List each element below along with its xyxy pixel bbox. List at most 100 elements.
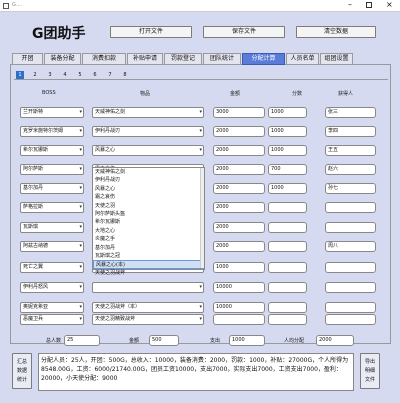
dropdown-option[interactable]: 伊利丹战刃	[93, 176, 204, 184]
player-input[interactable]: 孙七	[325, 183, 376, 194]
clear-data-button[interactable]: 清空数据	[296, 26, 376, 38]
amount-input[interactable]	[213, 314, 265, 325]
player-input[interactable]	[325, 262, 376, 273]
tab-team-stats[interactable]: 团队统计	[203, 53, 241, 65]
chevron-down-icon[interactable]: ▾	[79, 184, 82, 193]
amount-field[interactable]: 500	[149, 335, 179, 346]
player-input[interactable]	[325, 314, 376, 325]
item-select[interactable]: 天威神佑之剑 ▾	[92, 107, 204, 118]
boss-select[interactable]: 瓦斯琪 ▾	[20, 222, 84, 233]
boss-select[interactable]: 萨格拉斯 ▾	[20, 202, 84, 213]
dropdown-scrollbar[interactable]	[200, 168, 204, 268]
dropdown-option[interactable]: 希尔瓦娜斯	[93, 218, 204, 226]
score-input[interactable]	[268, 282, 307, 293]
score-input[interactable]	[268, 222, 307, 233]
per-person-field[interactable]: 2000	[316, 335, 354, 346]
export-details-button[interactable]: 导出 明细 文件	[360, 353, 380, 389]
chevron-down-icon[interactable]: ▾	[79, 303, 82, 312]
tab-distribution-calc[interactable]: 分配计算	[242, 53, 285, 65]
player-input[interactable]	[325, 222, 376, 233]
player-input[interactable]	[325, 302, 376, 313]
page-7-tab[interactable]: 7	[106, 71, 114, 79]
tab-gear-distribution[interactable]: 装备分配	[44, 53, 81, 65]
dropdown-option[interactable]: 天威神佑之剑	[93, 168, 204, 176]
player-input[interactable]: 赵六	[325, 164, 376, 175]
amount-input[interactable]: 2000	[213, 241, 265, 252]
dropdown-option[interactable]: 炎魔之手	[93, 235, 204, 243]
chevron-down-icon[interactable]: ▾	[199, 146, 202, 155]
boss-select[interactable]: 阿尔萨斯 ▾	[20, 164, 84, 175]
amount-input[interactable]: 10000	[213, 282, 265, 293]
chevron-down-icon[interactable]: ▾	[199, 127, 202, 136]
score-input[interactable]: 1000	[268, 126, 307, 137]
boss-select[interactable]: 恶魔卫兵 ▾	[20, 314, 84, 325]
amount-input[interactable]: 2000	[213, 183, 265, 194]
amount-input[interactable]: 3000	[213, 107, 265, 118]
dropdown-option[interactable]: 瓦斯琪之冠	[93, 252, 204, 260]
maximize-icon[interactable]	[366, 2, 372, 8]
boss-select[interactable]: 基尔加丹 ▾	[20, 183, 84, 194]
tab-roster[interactable]: 人员名单	[286, 53, 319, 65]
dropdown-option[interactable]: 风暴之心	[93, 185, 204, 193]
player-input[interactable]: 周八	[325, 241, 376, 252]
item-select[interactable]: ▾	[92, 282, 204, 293]
score-input[interactable]: 1000	[268, 145, 307, 156]
amount-input[interactable]: 2000	[213, 145, 265, 156]
score-input[interactable]	[268, 262, 307, 273]
chevron-down-icon[interactable]: ▾	[199, 303, 202, 312]
boss-select[interactable]: 阿兹古纳德 ▾	[20, 241, 84, 252]
tab-fine-register[interactable]: 罚款登记	[164, 53, 202, 65]
amount-input[interactable]: 2000	[213, 164, 265, 175]
dropdown-option[interactable]: 阿尔萨斯头盔	[93, 210, 204, 218]
dropdown-option[interactable]: 霜之哀伤	[93, 193, 204, 201]
tab-team-settings[interactable]: 组团设置	[320, 53, 353, 65]
item-select[interactable]: 伊利丹战刃 ▾	[92, 126, 204, 137]
score-input[interactable]: 700	[268, 164, 307, 175]
page-4-tab[interactable]: 4	[61, 71, 69, 79]
tab-subsidy-apply[interactable]: 补贴申请	[127, 53, 163, 65]
chevron-down-icon[interactable]: ▾	[79, 108, 82, 117]
player-input[interactable]: 张三	[325, 107, 376, 118]
player-input[interactable]	[325, 202, 376, 213]
dropdown-option[interactable]: 基尔加丹	[93, 244, 204, 252]
amount-input[interactable]: 2000	[213, 222, 265, 233]
dropdown-option[interactable]: 天使之羽	[93, 202, 204, 210]
chevron-down-icon[interactable]: ▾	[79, 242, 82, 251]
chevron-down-icon[interactable]: ▾	[199, 108, 202, 117]
page-2-tab[interactable]: 2	[31, 71, 39, 79]
chevron-down-icon[interactable]: ▾	[79, 127, 82, 136]
player-input[interactable]: 王五	[325, 145, 376, 156]
page-1-tab[interactable]: 1	[16, 71, 24, 79]
item-select[interactable]: 天使之羽战斧（本） ▾	[92, 302, 204, 313]
chevron-down-icon[interactable]: ▾	[79, 223, 82, 232]
boss-select[interactable]: 伊利丹怒风 ▾	[20, 282, 84, 293]
people-count-field[interactable]: 25	[64, 335, 100, 346]
dropdown-option[interactable]: 风暴之心(本)	[93, 260, 204, 269]
boss-select[interactable]: 奥妮克希亚 ▾	[20, 302, 84, 313]
item-dropdown-list[interactable]: 天威神佑之剑 伊利丹战刃 风暴之心 霜之哀伤 天使之羽 阿尔萨斯头盔 希尔瓦娜斯 大地之心 炎魔…	[92, 167, 205, 276]
score-input[interactable]	[268, 302, 307, 313]
page-8-tab[interactable]: 8	[121, 71, 129, 79]
boss-select[interactable]: 死亡之翼 ▾	[20, 262, 84, 273]
chevron-down-icon[interactable]: ▾	[199, 315, 202, 324]
score-input[interactable]	[268, 202, 307, 213]
chevron-down-icon[interactable]: ▾	[79, 283, 82, 292]
score-input[interactable]: 1000	[268, 183, 307, 194]
amount-input[interactable]: 1000	[213, 262, 265, 273]
boss-select[interactable]: 兰开斯特 ▾	[20, 107, 84, 118]
amount-input[interactable]: 2000	[213, 126, 265, 137]
chevron-down-icon[interactable]: ▾	[79, 315, 82, 324]
score-input[interactable]: 1000	[268, 107, 307, 118]
chevron-down-icon[interactable]: ▾	[79, 146, 82, 155]
score-input[interactable]	[268, 314, 307, 325]
chevron-down-icon[interactable]: ▾	[79, 165, 82, 174]
page-3-tab[interactable]: 3	[46, 71, 54, 79]
chevron-down-icon[interactable]: ▾	[79, 203, 82, 212]
dropdown-option[interactable]: 天使之羽战斧	[93, 269, 204, 277]
score-input[interactable]	[268, 241, 307, 252]
amount-input[interactable]: 10000	[213, 302, 265, 313]
amount-input[interactable]: 2000	[213, 202, 265, 213]
close-icon[interactable]: ×	[386, 0, 393, 9]
tab-open-raid[interactable]: 开团	[12, 53, 43, 65]
item-select[interactable]: 风暴之心 ▾	[92, 145, 204, 156]
